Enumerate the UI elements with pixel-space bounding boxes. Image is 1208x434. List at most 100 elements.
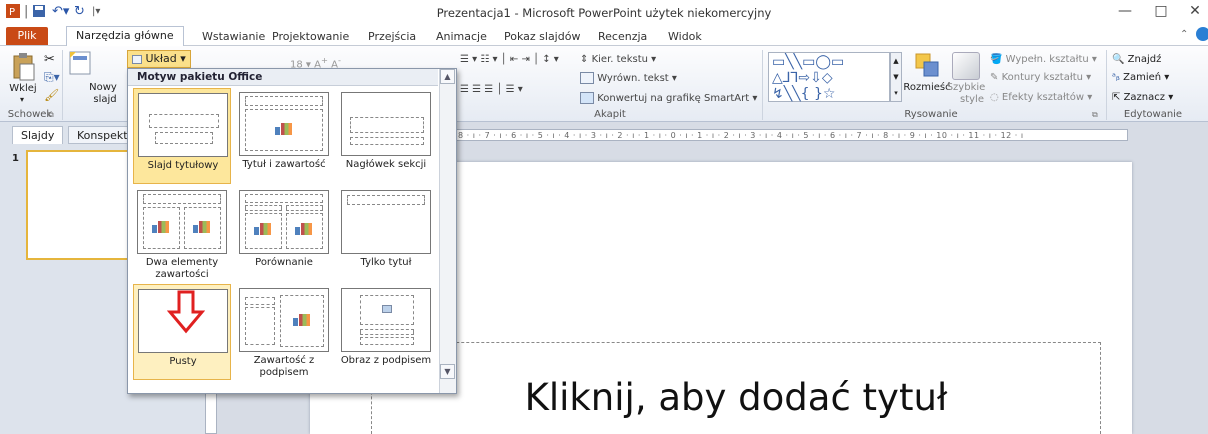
collapse-ribbon-icon[interactable]: ⌃: [1180, 29, 1188, 40]
layout-content-caption[interactable]: Zawartość z podpisem: [235, 284, 333, 380]
clipboard-launcher-icon[interactable]: ⧉: [48, 110, 54, 120]
placeholder: [347, 195, 425, 205]
layout-title-only[interactable]: Tylko tytuł: [337, 186, 435, 282]
content-icon: [275, 123, 293, 135]
layout-thumbnail: [137, 190, 227, 254]
layout-label: Zawartość z podpisem: [253, 355, 315, 378]
shape-effects-label: Efekty kształtów: [1001, 92, 1085, 103]
shape-effects-icon: ◌: [990, 92, 999, 103]
shape-outline-icon: ✎: [990, 72, 999, 83]
layout-title-slide[interactable]: Slajd tytułowy: [133, 88, 231, 184]
tab-animations[interactable]: Animacje: [428, 28, 495, 46]
replace-icon: ᵃᵦ: [1112, 72, 1120, 83]
scroll-down-button[interactable]: ▼: [440, 364, 455, 379]
scroll-up-button[interactable]: ▲: [440, 69, 455, 84]
group-editing-label: Edytowanie: [1123, 109, 1183, 120]
content-icon: [293, 314, 311, 326]
smartart-icon: [580, 92, 594, 104]
layout-two-content[interactable]: Dwa elementy zawartości: [133, 186, 231, 282]
down-arrow-icon: [166, 290, 206, 337]
layout-label: Pusty: [169, 356, 197, 367]
paste-dropdown-icon[interactable]: ▾: [10, 95, 34, 104]
layout-comparison[interactable]: Porównanie: [235, 186, 333, 282]
separator: [762, 50, 763, 120]
tab-review[interactable]: Recenzja: [590, 28, 655, 46]
tab-home[interactable]: Narzędzia główne: [66, 26, 184, 47]
layout-title-content[interactable]: Tytuł i zawartość: [235, 88, 333, 184]
quick-styles-label-1[interactable]: Szybkie: [946, 82, 986, 93]
replace-button[interactable]: ᵃᵦ Zamień ▾: [1112, 72, 1169, 83]
align-text-button[interactable]: Wyrówn. tekst ▾: [580, 72, 677, 84]
layout-picture-caption[interactable]: Obraz z podpisem: [337, 284, 435, 380]
close-button[interactable]: ✕: [1180, 3, 1208, 23]
select-icon: ⇱: [1112, 92, 1121, 103]
minimize-button[interactable]: —: [1110, 3, 1140, 23]
shapes-gallery[interactable]: ▭╲╲▭◯▭ △⅃⅂⇨⇩◇ ↯╲╲{ }☆: [768, 52, 890, 102]
placeholder: [245, 307, 275, 345]
picture-icon: [382, 305, 392, 313]
replace-label: Zamień: [1123, 72, 1162, 83]
paste-icon[interactable]: [12, 52, 36, 85]
shape-effects-button[interactable]: ◌ Efekty kształtów ▾: [990, 92, 1092, 103]
format-painter-icon[interactable]: 🖌: [44, 88, 59, 102]
layout-label: Tylko tytuł: [360, 257, 412, 268]
placeholder: [245, 297, 275, 305]
placeholder: [350, 137, 424, 145]
title-placeholder-text[interactable]: Kliknij, aby dodać tytuł: [372, 376, 1100, 419]
placeholder: [143, 194, 221, 204]
align-text-icon: [580, 72, 594, 84]
shape-outline-button[interactable]: ✎ Kontury kształtu ▾: [990, 72, 1091, 83]
layout-label: Dwa elementy zawartości: [145, 257, 219, 280]
drawing-launcher-icon[interactable]: ⧉: [1092, 110, 1098, 120]
find-button[interactable]: 🔍 Znajdź: [1112, 54, 1161, 65]
placeholder: [350, 117, 424, 133]
placeholder: [360, 337, 414, 345]
layout-label: Porównanie: [255, 257, 313, 268]
gallery-scrollbar[interactable]: ▲ ▼: [439, 69, 456, 393]
tab-file[interactable]: Plik: [6, 27, 48, 45]
tab-insert[interactable]: Wstawianie: [194, 28, 273, 46]
shape-fill-button[interactable]: 🪣 Wypełn. kształtu ▾: [990, 54, 1097, 65]
separator: [62, 50, 63, 120]
layout-section-header[interactable]: Nagłówek sekcji: [337, 88, 435, 184]
layout-label: Nagłówek sekcji: [345, 159, 427, 170]
copy-icon[interactable]: ⎘▾: [44, 70, 60, 85]
placeholder: [149, 114, 219, 128]
slide-number: 1: [12, 153, 19, 164]
new-slide-label-2[interactable]: slajd: [88, 94, 122, 105]
shapes-scroll[interactable]: ▲ ▼ ▾: [890, 52, 902, 102]
placeholder: [245, 205, 282, 211]
select-button[interactable]: ⇱ Zaznacz ▾: [1112, 92, 1173, 103]
quick-styles-icon[interactable]: [952, 52, 980, 80]
layout-thumbnail: [341, 190, 431, 254]
layout-button[interactable]: Układ ▾: [127, 50, 191, 68]
arrange-icon[interactable]: [914, 52, 940, 81]
tab-design[interactable]: Projektowanie: [264, 28, 357, 46]
arrange-label[interactable]: Rozmieść: [902, 82, 952, 93]
tab-slideshow[interactable]: Pokaz slajdów: [496, 28, 588, 46]
layout-thumbnail: [341, 288, 431, 352]
placeholder: [245, 96, 323, 106]
tab-transitions[interactable]: Przejścia: [360, 28, 424, 46]
tab-slides[interactable]: Slajdy: [12, 126, 64, 144]
smartart-button[interactable]: Konwertuj na grafikę SmartArt ▾: [580, 92, 757, 104]
align-buttons[interactable]: ☰ ☰ ☰ │ ☰ ▾: [460, 84, 523, 95]
layout-thumbnail: [239, 190, 329, 254]
text-direction-button[interactable]: ⇕ Kier. tekstu ▾: [580, 54, 656, 65]
paste-label[interactable]: Wklej: [5, 83, 41, 94]
horizontal-ruler: 8 · ı · 7 · ı · 6 · ı · 5 · ı · 4 · ı · …: [455, 129, 1128, 141]
content-icon: [193, 221, 211, 233]
new-slide-icon[interactable]: [68, 50, 94, 83]
group-paragraph-label: Akapit: [594, 109, 626, 120]
find-label: Znajdź: [1127, 54, 1162, 65]
quick-styles-label-2[interactable]: style: [952, 94, 992, 105]
list-buttons[interactable]: ☰ ▾ ☷ ▾ │ ⇤ ⇥ │ ↕ ▾: [460, 54, 559, 65]
placeholder: [360, 329, 414, 335]
help-icon[interactable]: [1196, 27, 1208, 41]
separator: [1106, 50, 1107, 120]
new-slide-label-1[interactable]: Nowy: [88, 82, 118, 93]
layout-icon: [132, 54, 142, 64]
tab-view[interactable]: Widok: [660, 28, 710, 46]
maximize-button[interactable]: □: [1146, 3, 1176, 23]
cut-icon[interactable]: ✂: [44, 52, 55, 67]
